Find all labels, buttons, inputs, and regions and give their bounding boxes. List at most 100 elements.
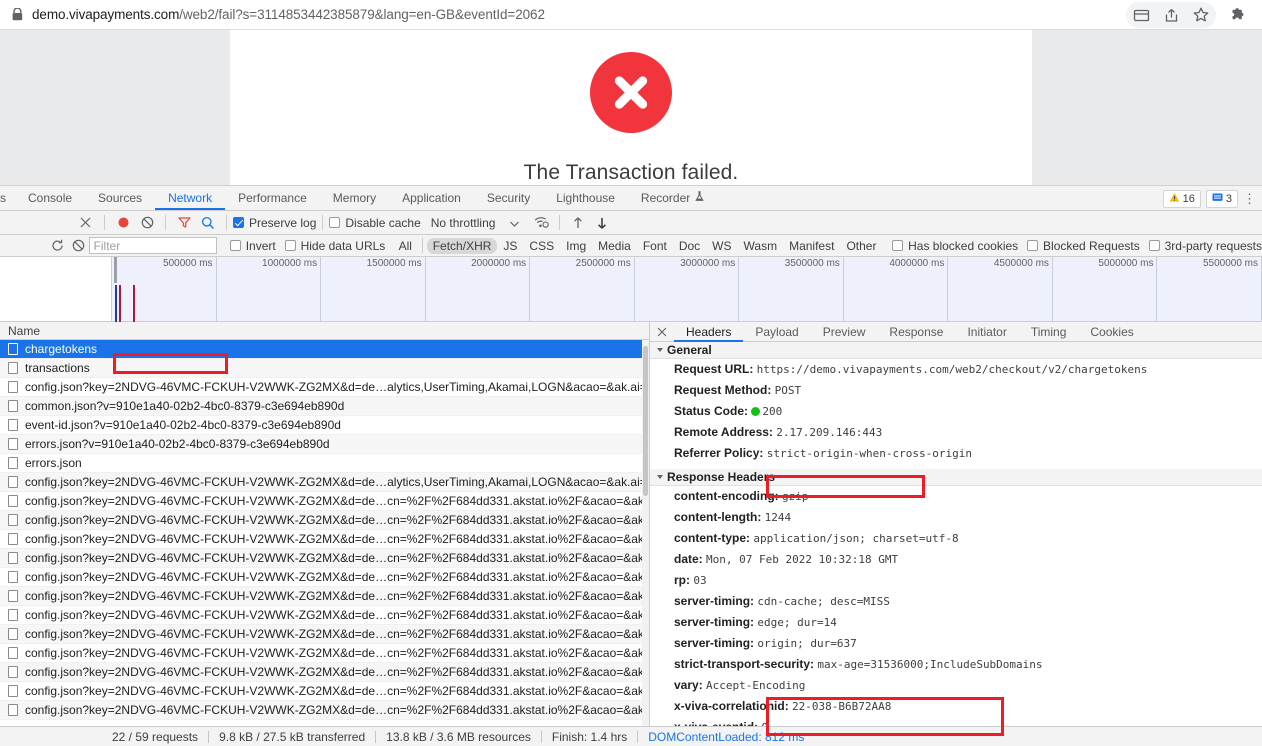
devtools-tab-lighthouse[interactable]: Lighthouse: [543, 186, 628, 210]
request-row[interactable]: errors.json?v=910e1a40-02b2-4bc0-8379-c3…: [0, 435, 649, 454]
detail-tab-initiator[interactable]: Initiator: [955, 322, 1018, 342]
header-row: content-encoding: gzip: [650, 486, 1262, 507]
filter-type-js[interactable]: JS: [497, 238, 523, 254]
throttling-select[interactable]: No throttling: [431, 216, 520, 230]
request-row[interactable]: config.json?key=2NDVG-46VMC-FCKUH-V2WWK-…: [0, 511, 649, 530]
disable-cache-checkbox[interactable]: Disable cache: [329, 216, 421, 230]
filter-type-img[interactable]: Img: [560, 238, 592, 254]
url-text[interactable]: demo.vivapayments.com/web2/fail?s=311485…: [32, 7, 545, 22]
request-row[interactable]: config.json?key=2NDVG-46VMC-FCKUH-V2WWK-…: [0, 606, 649, 625]
response-headers-section-header[interactable]: Response Headers: [650, 469, 1262, 486]
share-icon[interactable]: [1156, 2, 1186, 28]
request-row[interactable]: common.json?v=910e1a40-02b2-4bc0-8379-c3…: [0, 397, 649, 416]
devtools-tab-performance[interactable]: Performance: [225, 186, 320, 210]
request-row[interactable]: config.json?key=2NDVG-46VMC-FCKUH-V2WWK-…: [0, 587, 649, 606]
header-value: 2.17.209.146:443: [776, 426, 883, 439]
detail-tab-cookies[interactable]: Cookies: [1078, 322, 1145, 342]
devtools-tab-network[interactable]: Network: [155, 186, 225, 210]
request-row[interactable]: config.json?key=2NDVG-46VMC-FCKUH-V2WWK-…: [0, 625, 649, 644]
filter-type-ws[interactable]: WS: [706, 238, 737, 254]
filter-funnel-icon[interactable]: [172, 216, 196, 229]
status-finish: Finish: 1.4 hrs: [551, 729, 628, 744]
warning-badge[interactable]: 16: [1162, 189, 1201, 208]
document-icon: [8, 457, 18, 469]
browser-actions: [1126, 0, 1254, 30]
filter-type-manifest[interactable]: Manifest: [783, 238, 840, 254]
request-row[interactable]: transactions: [0, 359, 649, 378]
header-key: content-type:: [674, 531, 754, 545]
has-blocked-cookies-checkbox[interactable]: Has blocked cookies: [892, 239, 1018, 253]
general-section-header[interactable]: General: [650, 342, 1262, 359]
devtools-tab-sources[interactable]: Sources: [85, 186, 155, 210]
header-row: Request Method: POST: [650, 380, 1262, 401]
clear-prohibited-icon[interactable]: [135, 216, 159, 229]
devtools-tab-truncated[interactable]: s: [0, 186, 15, 210]
filter-type-wasm[interactable]: Wasm: [738, 238, 784, 254]
third-party-requests-checkbox[interactable]: 3rd-party requests: [1148, 239, 1262, 253]
filter-type-css[interactable]: CSS: [523, 238, 560, 254]
request-row[interactable]: config.json?key=2NDVG-46VMC-FCKUH-V2WWK-…: [0, 568, 649, 587]
transaction-failed-message: The Transaction failed.: [523, 161, 739, 184]
detail-tab-response[interactable]: Response: [877, 322, 955, 342]
request-row[interactable]: config.json?key=2NDVG-46VMC-FCKUH-V2WWK-…: [0, 378, 649, 397]
preserve-log-box: [233, 217, 244, 228]
has-blocked-cookies-label: Has blocked cookies: [908, 238, 1019, 253]
request-rows-container[interactable]: chargetokens transactions config.json?key=…: [0, 340, 649, 726]
header-row: Request URL: https://demo.vivapayments.c…: [650, 359, 1262, 380]
reload-icon[interactable]: [48, 239, 67, 252]
detail-tab-preview[interactable]: Preview: [811, 322, 878, 342]
request-list-header[interactable]: Name: [0, 322, 649, 340]
network-overview-timeline[interactable]: 500000 ms 1000000 ms 1500000 ms 2000000 ms 2…: [0, 257, 1262, 322]
preserve-log-checkbox[interactable]: Preserve log: [233, 216, 316, 230]
request-row[interactable]: event-id.json?v=910e1a40-02b2-4bc0-8379-…: [0, 416, 649, 435]
detail-tab-timing[interactable]: Timing: [1019, 322, 1079, 342]
devtools-tab-console[interactable]: Console: [15, 186, 85, 210]
devtools-tab-security[interactable]: Security: [474, 186, 543, 210]
extensions-puzzle-icon[interactable]: [1224, 2, 1254, 28]
request-row[interactable]: config.json?key=2NDVG-46VMC-FCKUH-V2WWK-…: [0, 549, 649, 568]
request-row[interactable]: config.json?key=2NDVG-46VMC-FCKUH-V2WWK-…: [0, 644, 649, 663]
blocked-requests-checkbox[interactable]: Blocked Requests: [1027, 239, 1140, 253]
filter-type-fetch-xhr[interactable]: Fetch/XHR: [426, 237, 498, 254]
request-row[interactable]: errors.json: [0, 454, 649, 473]
scrollbar-thumb[interactable]: [643, 346, 648, 496]
request-name: chargetokens: [25, 342, 98, 356]
devtools-tab-application[interactable]: Application: [389, 186, 474, 210]
import-har-icon[interactable]: [566, 216, 590, 230]
filter-type-font[interactable]: Font: [637, 238, 673, 254]
request-row[interactable]: config.json?key=2NDVG-46VMC-FCKUH-V2WWK-…: [0, 663, 649, 682]
request-row[interactable]: config.json?key=2NDVG-46VMC-FCKUH-V2WWK-…: [0, 530, 649, 549]
filter-type-other[interactable]: Other: [840, 238, 882, 254]
clear-prohibited-icon[interactable]: [68, 239, 89, 252]
invert-checkbox[interactable]: Invert: [229, 239, 276, 253]
filter-type-all[interactable]: All: [393, 238, 418, 254]
export-har-icon[interactable]: [590, 216, 614, 230]
search-magnifier-icon[interactable]: [196, 216, 220, 230]
devtools-tab-recorder[interactable]: Recorder: [628, 186, 717, 210]
bookmark-star-icon[interactable]: [1186, 2, 1216, 28]
filter-input[interactable]: Filter: [88, 237, 217, 254]
third-party-requests-box: [1148, 240, 1160, 251]
overview-body[interactable]: 500000 ms 1000000 ms 1500000 ms 2000000 ms 2…: [112, 257, 1262, 322]
filter-type-doc[interactable]: Doc: [673, 238, 706, 254]
payment-card-icon[interactable]: [1126, 2, 1156, 28]
close-x-icon[interactable]: [650, 327, 674, 337]
request-detail-tabbar: Headers Payload Preview Response Initiat…: [650, 322, 1262, 342]
network-conditions-icon[interactable]: [529, 216, 553, 229]
detail-tab-headers[interactable]: Headers: [674, 322, 743, 342]
request-list-scrollbar[interactable]: [642, 340, 649, 726]
devtools-more-icon[interactable]: ⋮: [1243, 191, 1256, 207]
close-x-icon[interactable]: [72, 217, 98, 228]
hide-data-urls-checkbox[interactable]: Hide data URLs: [284, 239, 385, 253]
message-badge[interactable]: 3: [1205, 189, 1238, 208]
record-circle-icon[interactable]: [111, 216, 135, 229]
request-row[interactable]: config.json?key=2NDVG-46VMC-FCKUH-V2WWK-…: [0, 701, 649, 720]
detail-tab-payload[interactable]: Payload: [743, 322, 810, 342]
header-value: application/json; charset=utf-8: [753, 532, 959, 545]
request-row[interactable]: chargetokens: [0, 340, 649, 359]
request-row[interactable]: config.json?key=2NDVG-46VMC-FCKUH-V2WWK-…: [0, 492, 649, 511]
request-row[interactable]: config.json?key=2NDVG-46VMC-FCKUH-V2WWK-…: [0, 473, 649, 492]
request-row[interactable]: config.json?key=2NDVG-46VMC-FCKUH-V2WWK-…: [0, 682, 649, 701]
devtools-tab-memory[interactable]: Memory: [320, 186, 389, 210]
filter-type-media[interactable]: Media: [592, 238, 637, 254]
